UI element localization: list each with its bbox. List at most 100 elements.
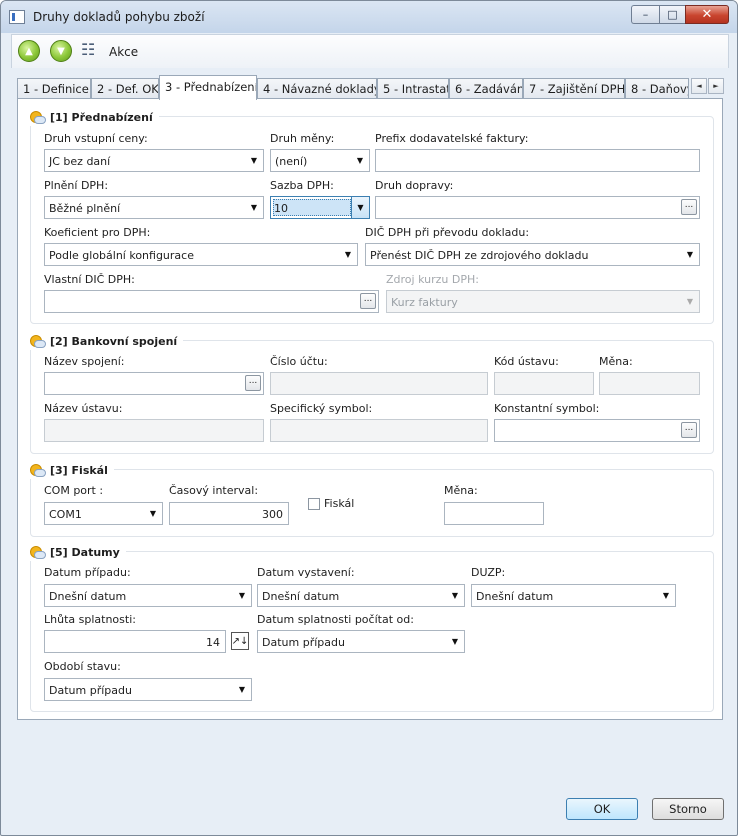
input-value: 14 — [206, 636, 220, 649]
konstantni-symbol-input[interactable]: ... — [494, 419, 700, 442]
obdobi-stavu-label: Období stavu: — [44, 660, 121, 673]
fiskal-mena-input[interactable] — [444, 502, 544, 525]
obdobi-stavu-select[interactable]: Datum případu ▼ — [44, 678, 252, 701]
tab-zadavani[interactable]: 6 - Zadávání — [449, 78, 523, 99]
minimize-button[interactable]: – — [631, 5, 659, 24]
chevron-down-icon: ▼ — [238, 591, 246, 600]
section-title: [1] Přednabízení — [50, 110, 153, 124]
zdroj-kurzu-label: Zdroj kurzu DPH: — [386, 273, 479, 286]
druh-meny-select[interactable]: (není) ▼ — [270, 149, 370, 172]
druh-vstupni-ceny-select[interactable]: JC bez daní ▼ — [44, 149, 264, 172]
tab-danovy[interactable]: 8 - Daňový — [625, 78, 689, 99]
datum-pripadu-select[interactable]: Dnešní datum ▼ — [44, 584, 252, 607]
specificky-symbol-field — [270, 419, 488, 442]
fiskal-checkbox-label[interactable]: Fiskál — [324, 497, 354, 510]
splatnost-od-select[interactable]: Datum případu ▼ — [257, 630, 465, 653]
nazev-spojeni-input[interactable]: ... — [44, 372, 264, 395]
select-value: Přenést DIČ DPH ze zdrojového dokladu — [370, 249, 589, 262]
tab-scroll-right-icon[interactable]: ► — [708, 78, 724, 94]
caption-buttons: – □ ✕ — [631, 5, 729, 24]
tab-zajisteni-dph[interactable]: 7 - Zajištění DPH — [523, 78, 625, 99]
window-title: Druhy dokladů pohybu zboží — [33, 10, 205, 24]
select-value: (není) — [275, 155, 308, 168]
storno-button[interactable]: Storno — [652, 798, 724, 820]
koeficient-select[interactable]: Podle globální konfigurace ▼ — [44, 243, 358, 266]
chevron-down-icon: ▼ — [149, 509, 157, 518]
move-down-button[interactable]: ▼ — [50, 40, 72, 62]
tab-scroll-left-icon[interactable]: ◄ — [691, 78, 707, 94]
section-prednabizeni-header: [1] Přednabízení — [30, 108, 159, 126]
datum-vystaveni-select[interactable]: Dnešní datum ▼ — [257, 584, 465, 607]
kod-ustavu-field — [494, 372, 594, 395]
select-value: Dnešní datum — [476, 590, 554, 603]
duzp-select[interactable]: Dnešní datum ▼ — [471, 584, 676, 607]
chevron-down-icon: ▼ — [356, 156, 364, 165]
section-title: [3] Fiskál — [50, 463, 108, 477]
chevron-down-icon: ▼ — [351, 197, 369, 218]
select-value: COM1 — [49, 508, 82, 521]
chevron-down-icon: ▼ — [451, 637, 459, 646]
select-value: Dnešní datum — [49, 590, 127, 603]
casovy-interval-label: Časový interval: — [169, 484, 259, 497]
nazev-ustavu-field — [44, 419, 264, 442]
tab-strip: 1 - Definice 2 - Def. OK 3 - Přednabízen… — [17, 75, 725, 100]
com-port-label: COM port : — [44, 484, 104, 497]
tab-navazne-doklady[interactable]: 4 - Návazné doklady — [257, 78, 377, 99]
move-up-button[interactable]: ▲ — [18, 40, 40, 62]
koeficient-label: Koeficient pro DPH: — [44, 226, 151, 239]
actions-icon[interactable]: ☷ — [81, 40, 101, 62]
prefix-input[interactable] — [375, 149, 700, 172]
splatnost-od-label: Datum splatnosti počítat od: — [257, 613, 414, 626]
nazev-spojeni-label: Název spojení: — [44, 355, 125, 368]
arrow-up-icon: ▲ — [25, 45, 33, 57]
sazba-dph-label: Sazba DPH: — [270, 179, 334, 192]
dic-prevod-select[interactable]: Přenést DIČ DPH ze zdrojového dokladu ▼ — [365, 243, 700, 266]
konstantni-symbol-browse-button[interactable]: ... — [681, 422, 697, 438]
section-title: [5] Datumy — [50, 545, 120, 559]
druh-dopravy-input[interactable]: ... — [375, 196, 700, 219]
datum-vystaveni-label: Datum vystavení: — [257, 566, 355, 579]
tab-def-ok[interactable]: 2 - Def. OK — [91, 78, 159, 99]
tab-definice[interactable]: 1 - Definice — [17, 78, 91, 99]
select-value: Podle globální konfigurace — [49, 249, 194, 262]
tab-prednabizeni[interactable]: 3 - Přednabízení — [159, 75, 257, 100]
casovy-interval-input[interactable]: 300 — [169, 502, 289, 525]
app-icon — [9, 10, 25, 24]
tab-intrastat[interactable]: 5 - Intrastat — [377, 78, 449, 99]
ok-button[interactable]: OK — [566, 798, 638, 820]
title-bar[interactable]: Druhy dokladů pohybu zboží – □ ✕ — [1, 1, 737, 33]
fiskal-checkbox[interactable] — [308, 498, 320, 510]
select-value: Dnešní datum — [262, 590, 340, 603]
chevron-down-icon: ▼ — [686, 250, 694, 259]
section-weather-icon — [30, 335, 46, 348]
mena-field — [599, 372, 700, 395]
datum-pripadu-label: Datum případu: — [44, 566, 131, 579]
plneni-dph-select[interactable]: Běžné plnění ▼ — [44, 196, 264, 219]
lhuta-splatnosti-input[interactable]: 14 — [44, 630, 226, 653]
konstantni-symbol-label: Konstantní symbol: — [494, 402, 600, 415]
close-button[interactable]: ✕ — [685, 5, 729, 24]
tab-content: [1] Přednabízení Druh vstupní ceny: JC b… — [17, 98, 723, 720]
input-value: 300 — [262, 508, 283, 521]
section-weather-icon — [30, 464, 46, 477]
specificky-symbol-label: Specifický symbol: — [270, 402, 373, 415]
druh-dopravy-browse-button[interactable]: ... — [681, 199, 697, 215]
sazba-dph-select[interactable]: 10 ▼ — [270, 196, 370, 219]
section-fiskal-header: [3] Fiskál — [30, 461, 114, 479]
section-bankovni-header: [2] Bankovní spojení — [30, 332, 184, 350]
nazev-spojeni-browse-button[interactable]: ... — [245, 375, 261, 391]
maximize-button[interactable]: □ — [659, 5, 685, 24]
dic-prevod-label: DIČ DPH při převodu dokladu: — [365, 226, 530, 239]
vlastni-dic-input[interactable]: ... — [44, 290, 379, 313]
chevron-down-icon: ▼ — [238, 685, 246, 694]
section-title: [2] Bankovní spojení — [50, 334, 178, 348]
prefix-label: Prefix dodavatelské faktury: — [375, 132, 529, 145]
actions-button-label[interactable]: Akce — [109, 45, 138, 59]
select-value: JC bez daní — [49, 155, 111, 168]
com-port-select[interactable]: COM1 ▼ — [44, 502, 163, 525]
vlastni-dic-label: Vlastní DIČ DPH: — [44, 273, 135, 286]
lhuta-splatnosti-label: Lhůta splatnosti: — [44, 613, 136, 626]
vlastni-dic-browse-button[interactable]: ... — [360, 293, 376, 309]
lhuta-spin-icon[interactable]: ↗↓ — [231, 632, 249, 650]
plneni-dph-label: Plnění DPH: — [44, 179, 109, 192]
